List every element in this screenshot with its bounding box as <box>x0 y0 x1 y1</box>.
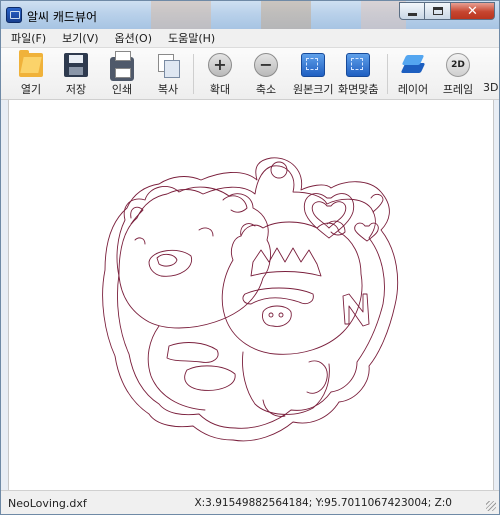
3d-label: 3D <box>483 81 499 94</box>
menu-file[interactable]: 파일(F) <box>1 30 52 46</box>
copy-label: 복사 <box>157 83 179 96</box>
status-filename: NeoLoving.dxf <box>8 497 87 510</box>
bear-arm <box>166 342 219 363</box>
toolbar: 열기 저장 인쇄 복사 + 확대 − 축소 원본크기 화면맞춤 레이어 2D 프… <box>1 48 499 100</box>
bear-snout <box>148 249 193 277</box>
bear-eye-right <box>134 237 146 245</box>
front-hair <box>250 247 322 277</box>
app-window: 알씨 캐드뷰어 ✕ 파일(F) 보기(V) 옵션(O) 도움말(H) 열기 저장… <box>0 0 500 515</box>
status-coordinates: X:3.91549882564184; Y:95.7011067423004; … <box>194 497 452 509</box>
3d-icon <box>483 53 500 77</box>
toolbar-separator <box>387 54 388 94</box>
cad-drawing <box>102 157 399 442</box>
front-nostril-left <box>268 312 274 318</box>
fit-screen-button[interactable]: 화면맞춤 <box>338 53 378 97</box>
bear-eye-left <box>198 227 214 237</box>
bear-foot <box>184 365 236 391</box>
copy-icon <box>156 53 180 78</box>
front-snout <box>262 305 292 327</box>
minimize-button[interactable] <box>399 2 425 20</box>
plus-icon: + <box>208 53 232 77</box>
save-button[interactable]: 저장 <box>56 53 96 97</box>
zoom-in-button[interactable]: + 확대 <box>200 53 240 97</box>
front-brow <box>242 287 314 305</box>
fit-screen-label: 화면맞춤 <box>338 83 379 96</box>
window-controls: ✕ <box>399 2 495 20</box>
small-heart-2 <box>370 193 384 213</box>
window-title: 알씨 캐드뷰어 <box>27 10 98 24</box>
bear-ear-right <box>222 195 248 213</box>
minimize-icon <box>407 12 417 16</box>
letter-n-shape <box>342 293 370 327</box>
keyring-hole <box>270 161 288 179</box>
frame-label: 프레임 <box>442 83 474 96</box>
menu-bar: 파일(F) 보기(V) 옵션(O) 도움말(H) <box>1 29 499 48</box>
open-label: 열기 <box>20 83 42 96</box>
original-size-label: 원본크기 <box>293 83 334 96</box>
close-button[interactable]: ✕ <box>451 2 495 20</box>
minus-icon: − <box>254 53 278 77</box>
folder-icon <box>19 50 43 77</box>
layer-label: 레이어 <box>397 83 429 96</box>
status-bar: NeoLoving.dxf X:3.91549882564184; Y:95.7… <box>1 490 499 514</box>
save-label: 저장 <box>65 83 87 96</box>
front-head <box>221 221 363 355</box>
layers-icon <box>401 53 425 77</box>
close-icon: ✕ <box>467 3 478 19</box>
bear-nose <box>156 253 178 267</box>
toolbar-separator <box>193 54 194 94</box>
print-button[interactable]: 인쇄 <box>102 51 142 97</box>
frame-button[interactable]: 2D 프레임 <box>438 53 478 97</box>
big-heart-outer <box>303 193 355 239</box>
zoom-out-button[interactable]: − 축소 <box>246 53 286 97</box>
print-label: 인쇄 <box>111 83 133 96</box>
maximize-button[interactable] <box>425 2 451 20</box>
background-blur <box>261 1 311 29</box>
zoom-out-label: 축소 <box>255 83 277 96</box>
menu-options[interactable]: 옵션(O) <box>105 30 158 46</box>
open-button[interactable]: 열기 <box>11 50 51 97</box>
maximize-icon <box>432 7 443 15</box>
app-icon[interactable] <box>6 7 22 23</box>
original-size-icon <box>301 53 325 77</box>
menu-help[interactable]: 도움말(H) <box>158 30 221 46</box>
floppy-icon <box>64 53 88 77</box>
big-heart <box>311 201 347 229</box>
3d-button[interactable]: 3D <box>483 53 500 94</box>
bear-body <box>147 325 206 411</box>
original-size-button[interactable]: 원본크기 <box>293 53 333 97</box>
front-nostril-right <box>278 312 284 318</box>
inner-outline <box>117 165 385 429</box>
frame-2d-icon: 2D <box>446 53 470 77</box>
background-blur <box>151 1 211 29</box>
printer-icon <box>110 51 134 81</box>
drawing-canvas[interactable] <box>8 100 494 490</box>
front-arm <box>306 360 328 394</box>
menu-view[interactable]: 보기(V) <box>52 30 104 46</box>
layer-button[interactable]: 레이어 <box>393 53 433 97</box>
zoom-in-label: 확대 <box>209 83 231 96</box>
fit-screen-icon <box>346 53 370 77</box>
copy-button[interactable]: 복사 <box>148 53 188 97</box>
title-bar[interactable]: 알씨 캐드뷰어 ✕ <box>1 1 499 29</box>
resize-grip-icon[interactable] <box>486 501 496 511</box>
